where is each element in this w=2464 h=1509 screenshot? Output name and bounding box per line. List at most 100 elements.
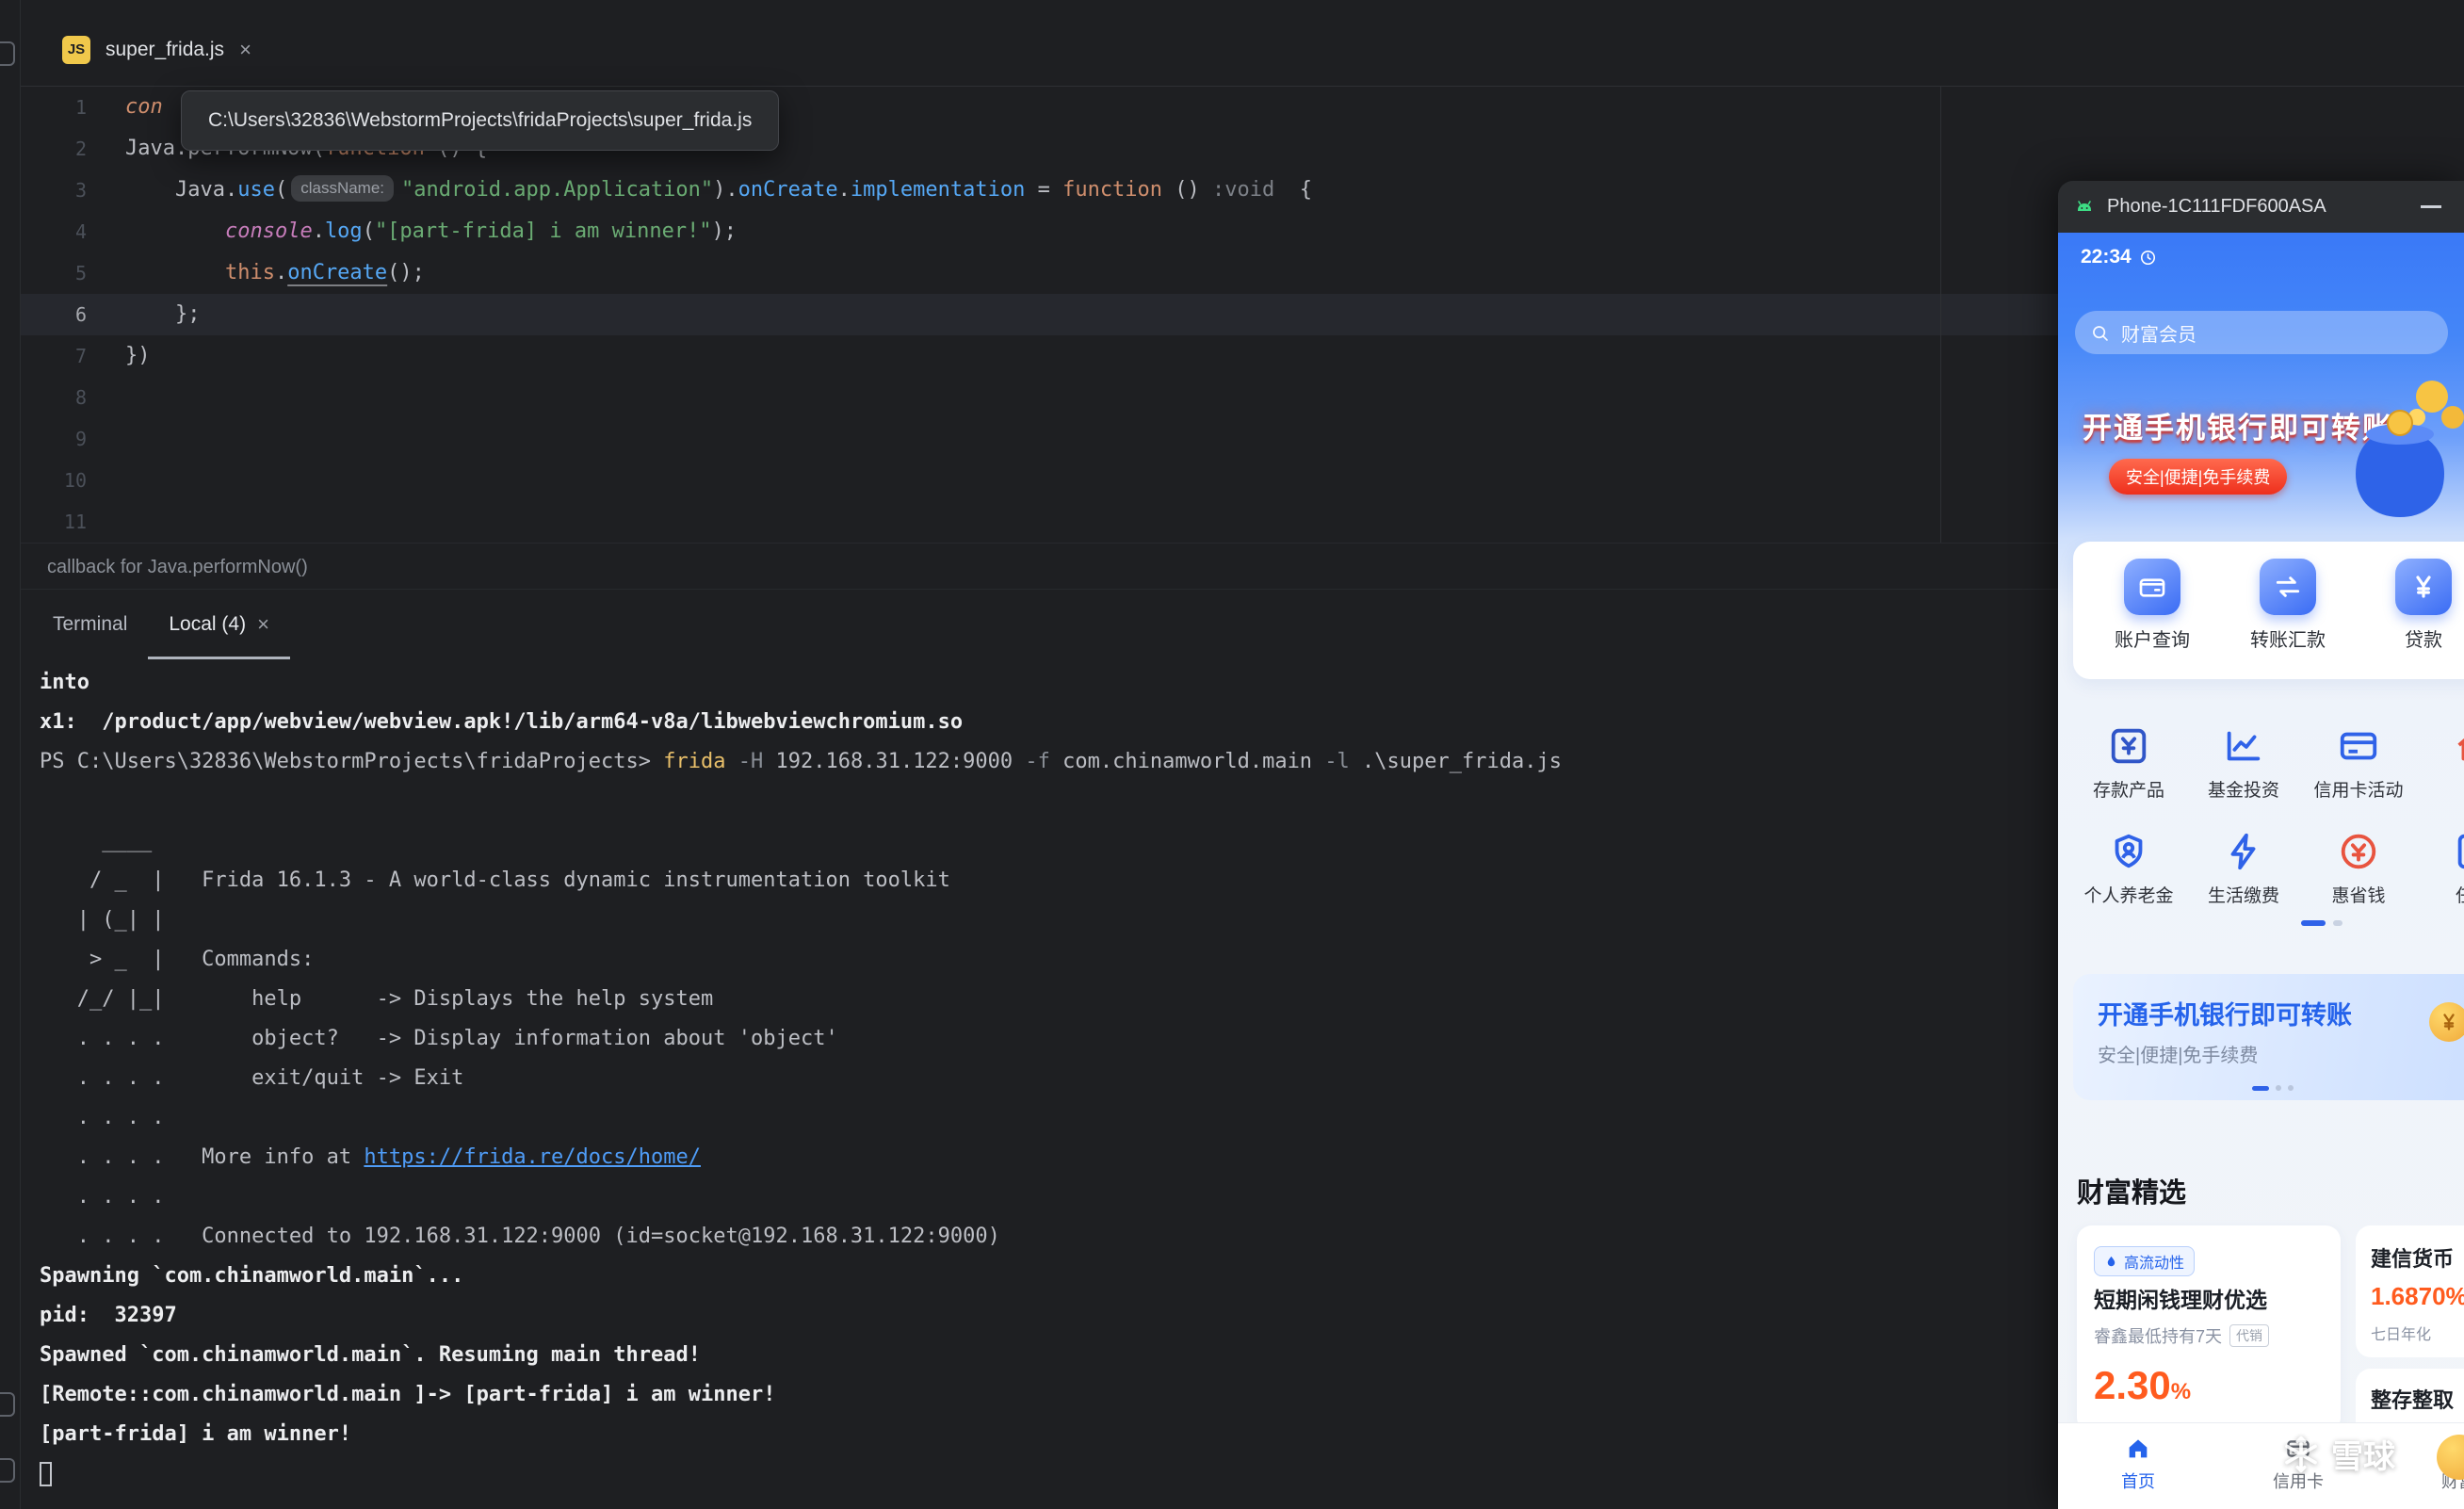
quick-action-item[interactable]: 贷款	[2367, 559, 2464, 679]
code-text: this.onCreate();	[87, 252, 425, 294]
code-token: ).	[713, 178, 738, 202]
terminal-token: into	[40, 671, 89, 694]
tab-terminal[interactable]: Terminal	[32, 590, 148, 659]
code-token: onCreate	[738, 178, 838, 202]
editor-tab-super-frida[interactable]: JS super_frida.js ×	[45, 19, 268, 81]
promo-banner[interactable]: 开通手机银行即可转账 安全|便捷|免手续费	[2073, 974, 2464, 1100]
service-item[interactable]	[2416, 717, 2464, 822]
phone-window-title: Phone-1C111FDF600ASA	[2107, 196, 2409, 218]
yen-glyph	[2408, 572, 2439, 602]
code-text: };	[87, 294, 200, 335]
tool-window-stripe[interactable]	[0, 0, 21, 1509]
quick-action-item[interactable]: 转账汇款	[2231, 559, 2344, 679]
service-item[interactable]: 存款产品	[2071, 717, 2186, 822]
file-path-tooltip: C:\Users\32836\WebstormProjects\fridaPro…	[181, 90, 779, 151]
tool-stripe-icon[interactable]	[0, 41, 15, 66]
wallet-icon	[2124, 559, 2180, 615]
code-token: Java.	[125, 178, 237, 202]
terminal-token: [part-frida] i am winner!	[40, 1422, 351, 1446]
line-number: 8	[21, 377, 87, 418]
line-number: 5	[21, 252, 87, 294]
transfer-glyph	[2273, 572, 2303, 602]
code-text	[87, 377, 125, 418]
close-tab-icon[interactable]: ×	[239, 38, 251, 62]
code-token	[125, 261, 225, 284]
terminal-token: . . . . Connected to 192.168.31.122:9000…	[40, 1225, 1000, 1248]
promo-title: 开通手机银行即可转账	[2098, 995, 2352, 1031]
service-label: 惠省钱	[2331, 882, 2385, 907]
distribution-tag: 代销	[2229, 1324, 2269, 1347]
service-item[interactable]: 基金投资	[2186, 717, 2301, 822]
search-icon	[2090, 323, 2110, 343]
service-item[interactable]: 惠省钱	[2301, 822, 2416, 928]
android-icon	[2073, 196, 2096, 219]
status-bar: 22:34	[2081, 246, 2157, 268]
service-item[interactable]: 任务	[2416, 822, 2464, 928]
grid-page-indicator	[2301, 920, 2342, 926]
code-token: implementation	[851, 178, 1025, 202]
type-hint: :void	[1212, 178, 1274, 202]
code-token: =	[1025, 178, 1062, 202]
close-terminal-tab-icon[interactable]: ×	[257, 612, 269, 637]
deposit-icon	[2107, 724, 2150, 768]
home-icon	[2125, 1436, 2151, 1462]
droplet-icon	[2104, 1255, 2118, 1269]
terminal-cursor	[40, 1462, 52, 1486]
search-text: 财富会员	[2121, 319, 2197, 347]
code-token: log	[325, 219, 363, 243]
terminal-token: . . . . More info at	[40, 1145, 364, 1169]
tool-stripe-icon[interactable]	[0, 1458, 15, 1483]
terminal-token: frida	[663, 750, 725, 773]
code-token: ()	[1162, 178, 1212, 202]
code-token: use	[237, 178, 275, 202]
code-token: .	[275, 261, 287, 284]
code-token: "android.app.Application"	[401, 178, 713, 202]
service-item[interactable]: 个人养老金	[2071, 822, 2186, 928]
terminal-token: Spawned `com.chinamworld.main`. Resuming…	[40, 1343, 701, 1367]
phone-window-titlebar[interactable]: Phone-1C111FDF600ASA	[2058, 181, 2464, 233]
quick-action-item[interactable]: 账户查询	[2096, 559, 2209, 679]
terminal-token: . . . .	[40, 1106, 164, 1129]
terminal-link[interactable]: https://frida.re/docs/home/	[364, 1145, 701, 1169]
param-hint-chip: className:	[291, 175, 394, 202]
product-card-money-fund[interactable]: 建信货币 1.6870% 七日年化	[2356, 1225, 2464, 1357]
minimize-button[interactable]	[2421, 205, 2441, 208]
terminal-token: .\super_frida.js	[1350, 750, 1562, 773]
code-token: con	[125, 95, 163, 119]
quick-action-label: 转账汇款	[2250, 625, 2326, 652]
terminal-token: PS C:\Users\32836\WebstormProjects\frida…	[40, 750, 663, 773]
terminal-token: -H	[738, 750, 764, 773]
terminal-token: > _ | Commands:	[40, 948, 314, 971]
js-file-icon: JS	[62, 36, 90, 64]
terminal-tab-label: Terminal	[53, 613, 127, 636]
code-token: {	[1274, 178, 1312, 202]
terminal-token: com.chinamworld.main	[1050, 750, 1324, 773]
product-title: 整存整取	[2371, 1384, 2454, 1414]
service-item[interactable]: 生活缴费	[2186, 822, 2301, 928]
code-text	[87, 460, 125, 501]
tab-item-home[interactable]: 首页	[2058, 1423, 2218, 1509]
quick-actions: 账户查询转账汇款 贷款	[2073, 542, 2464, 679]
house-icon	[2452, 724, 2464, 768]
terminal-token: Spawning `com.chinamworld.main`...	[40, 1264, 463, 1288]
code-token: (	[275, 178, 287, 202]
tab-item-credit-card[interactable]: 信用卡	[2218, 1423, 2378, 1509]
code-text: Java.use(className: "android.app.Applicat…	[87, 170, 1312, 211]
tab-local-session[interactable]: Local (4) ×	[148, 590, 290, 659]
service-label: 存款产品	[2093, 776, 2164, 802]
tab-label: 首页	[2121, 1468, 2155, 1493]
line-number: 6	[21, 294, 87, 335]
code-text: con	[87, 87, 163, 128]
line-number: 9	[21, 418, 87, 460]
service-item[interactable]: 信用卡活动	[2301, 717, 2416, 822]
terminal-token: . . . . object? -> Display information a…	[40, 1027, 838, 1050]
piggy-coins-graphic	[2328, 363, 2464, 537]
tab-label: 信用卡	[2273, 1468, 2324, 1493]
product-card-featured[interactable]: 高流动性 短期闲钱理财优选 睿鑫最低持有7天 代销 2.30%	[2077, 1225, 2341, 1433]
active-page-dash	[2301, 920, 2326, 926]
product-title: 建信货币	[2371, 1242, 2454, 1273]
code-token: .	[838, 178, 851, 202]
tool-stripe-icon[interactable]	[0, 1392, 15, 1417]
service-label: 信用卡活动	[2313, 776, 2403, 802]
search-bar[interactable]: 财富会员	[2075, 311, 2448, 354]
